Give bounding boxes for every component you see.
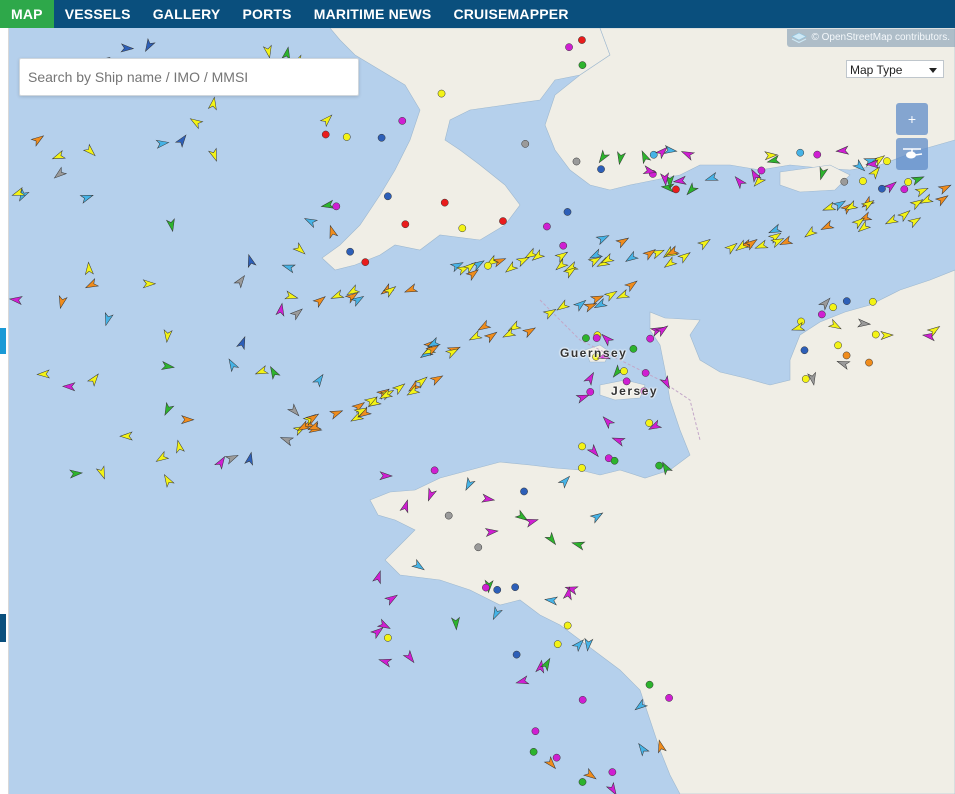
tab-maritime-news[interactable]: MARITIME NEWS	[303, 0, 443, 28]
tab-vessels[interactable]: VESSELS	[54, 0, 142, 28]
moored-vessel-marker[interactable]	[818, 310, 826, 319]
tab-gallery[interactable]: GALLERY	[142, 0, 232, 28]
moored-vessel-marker[interactable]	[672, 185, 680, 194]
moored-vessel-marker[interactable]	[842, 351, 851, 360]
helicopter-icon	[903, 148, 923, 159]
moored-vessel-marker[interactable]	[572, 157, 581, 166]
moored-vessel-marker[interactable]	[800, 346, 809, 355]
tab-cruisemapper[interactable]: CRUISEMAPPER	[442, 0, 579, 28]
moored-vessel-marker[interactable]	[361, 258, 370, 266]
search-input[interactable]	[20, 59, 358, 95]
moored-vessel-marker[interactable]	[801, 375, 810, 383]
place-label-jersey: Jersey	[611, 384, 659, 398]
moored-vessel-marker[interactable]	[578, 442, 586, 451]
moored-vessel-marker[interactable]	[511, 583, 520, 592]
moored-vessel-marker[interactable]	[553, 640, 562, 649]
moored-vessel-marker[interactable]	[796, 148, 805, 157]
map-type-select[interactable]: Map Type	[846, 60, 944, 78]
moored-vessel-marker[interactable]	[645, 419, 654, 427]
moored-vessel-marker[interactable]	[430, 466, 439, 475]
moored-vessel-marker[interactable]	[520, 487, 528, 496]
moored-vessel-marker[interactable]	[646, 334, 655, 343]
tab-map[interactable]: MAP	[0, 0, 54, 28]
moored-vessel-marker[interactable]	[377, 133, 386, 142]
top-navigation: MAP VESSELS GALLERY PORTS MARITIME NEWS …	[0, 0, 955, 28]
moored-vessel-marker[interactable]	[655, 461, 664, 470]
moored-vessel-marker[interactable]	[384, 633, 392, 642]
moored-vessel-marker[interactable]	[499, 217, 507, 225]
moored-vessel-marker[interactable]	[586, 388, 595, 396]
edge-marker	[0, 328, 6, 354]
moored-vessel-marker[interactable]	[493, 586, 502, 594]
moored-vessel-marker[interactable]	[582, 334, 590, 342]
attribution-text[interactable]: © OpenStreetMap contributors.	[811, 29, 950, 47]
moored-vessel-marker[interactable]	[565, 43, 573, 51]
moored-vessel-marker[interactable]	[878, 184, 886, 193]
moored-vessel-marker[interactable]	[859, 177, 867, 185]
place-label-guernsey: Guernsey	[560, 346, 628, 360]
moored-vessel-marker[interactable]	[521, 140, 530, 148]
moored-vessel-marker[interactable]	[578, 695, 587, 704]
map-attribution: © OpenStreetMap contributors.	[787, 29, 955, 47]
page-left-edge	[0, 28, 9, 794]
moored-vessel-marker[interactable]	[865, 358, 873, 367]
moored-vessel-marker[interactable]	[578, 464, 586, 472]
moored-vessel-marker[interactable]	[883, 157, 891, 166]
moored-vessel-marker[interactable]	[834, 341, 842, 350]
moored-vessel-marker[interactable]	[563, 208, 572, 216]
moored-vessel-marker[interactable]	[578, 61, 587, 69]
moored-vessel-marker[interactable]	[482, 583, 490, 592]
moored-vessel-marker[interactable]	[578, 778, 587, 786]
moored-vessel-marker[interactable]	[610, 456, 619, 465]
moored-vessel-marker[interactable]	[592, 334, 601, 342]
moored-vessel-marker[interactable]	[458, 224, 467, 233]
search-box	[19, 58, 359, 96]
moored-vessel-marker[interactable]	[840, 177, 849, 186]
moored-vessel-marker[interactable]	[529, 747, 538, 756]
moored-vessel-marker[interactable]	[543, 222, 551, 231]
moored-vessel-marker[interactable]	[620, 367, 628, 375]
moored-vessel-marker[interactable]	[578, 36, 586, 44]
moored-vessel-marker[interactable]	[398, 117, 407, 125]
tab-ports[interactable]: PORTS	[231, 0, 302, 28]
moored-vessel-marker[interactable]	[474, 543, 483, 552]
moored-vessel-marker[interactable]	[531, 727, 540, 736]
moored-vessel-marker[interactable]	[665, 694, 673, 702]
map-canvas[interactable]	[8, 28, 955, 794]
moored-vessel-marker[interactable]	[904, 178, 912, 186]
moored-vessel-marker[interactable]	[597, 165, 605, 174]
moored-vessel-marker[interactable]	[321, 130, 330, 139]
moored-vessel-marker[interactable]	[559, 241, 568, 250]
moored-vessel-marker[interactable]	[444, 511, 453, 520]
moored-vessel-marker[interactable]	[641, 369, 650, 377]
chevron-down-icon	[929, 68, 937, 73]
moored-vessel-marker[interactable]	[900, 185, 909, 194]
map-type-label: Map Type	[850, 63, 903, 77]
moored-vessel-marker[interactable]	[629, 345, 638, 353]
moored-vessel-marker[interactable]	[440, 198, 449, 207]
moored-vessel-marker[interactable]	[829, 303, 837, 312]
moored-vessel-marker[interactable]	[813, 150, 822, 159]
moored-vessel-marker[interactable]	[757, 166, 766, 175]
moored-vessel-marker[interactable]	[342, 133, 351, 141]
moored-vessel-marker[interactable]	[332, 202, 341, 211]
moored-vessel-marker[interactable]	[484, 261, 492, 270]
moored-vessel-marker[interactable]	[401, 220, 410, 229]
moored-vessel-marker[interactable]	[871, 330, 880, 339]
map-area[interactable]: Guernsey Jersey	[8, 28, 955, 794]
edge-marker	[0, 614, 6, 642]
moored-vessel-marker[interactable]	[384, 192, 392, 201]
layers-icon	[791, 32, 808, 44]
moored-vessel-marker[interactable]	[512, 650, 521, 659]
moored-vessel-marker[interactable]	[437, 89, 446, 98]
moored-vessel-marker[interactable]	[868, 297, 877, 306]
helicopter-layer-button[interactable]	[896, 138, 928, 170]
moored-vessel-marker[interactable]	[645, 680, 654, 689]
moored-vessel-marker[interactable]	[563, 621, 572, 630]
zoom-in-button[interactable]: +	[896, 103, 928, 135]
moored-vessel-marker[interactable]	[608, 768, 617, 776]
moored-vessel-marker[interactable]	[346, 247, 354, 256]
moored-vessel-marker[interactable]	[842, 297, 851, 305]
moored-vessel-marker[interactable]	[552, 753, 561, 762]
